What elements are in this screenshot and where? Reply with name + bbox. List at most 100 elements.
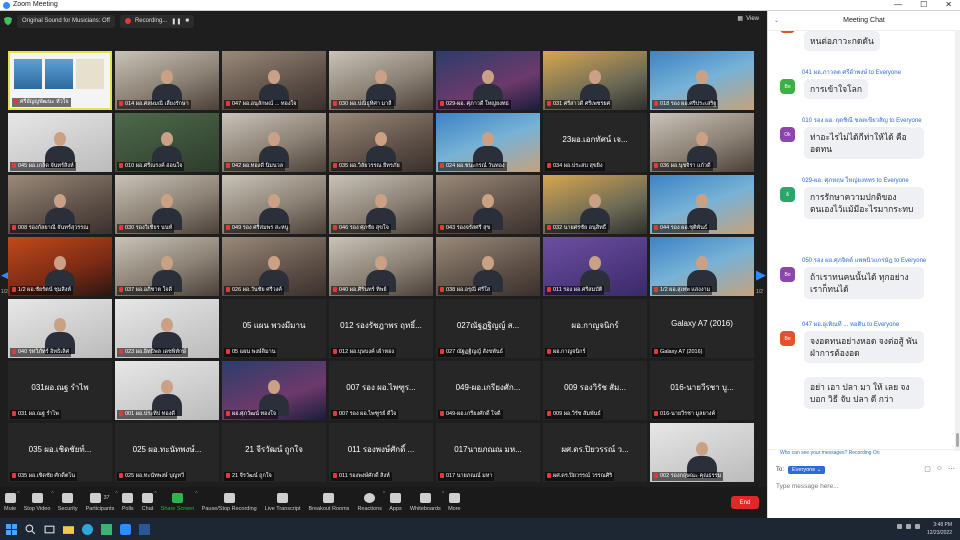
participant-tile[interactable]: 045 ผอ.เกล็ด จันทร์สิงห์ bbox=[8, 113, 112, 172]
participant-tile[interactable]: 044 รอง ผอ.ชุติพันธ์ bbox=[650, 175, 754, 234]
view-button[interactable]: ▦ View bbox=[737, 15, 759, 23]
participant-tile[interactable]: 036 ผอ.นุชจิรา แก้วดี bbox=[650, 113, 754, 172]
polls-button[interactable]: Polls bbox=[118, 493, 138, 512]
participant-tile[interactable]: 001 ผอ.ประทีป ทองดี bbox=[115, 361, 219, 420]
chat-scrollbar[interactable] bbox=[955, 31, 960, 451]
participant-tile[interactable]: 037 ผอ.อภิชาต ใจดี bbox=[115, 237, 219, 296]
participant-tile[interactable]: 027ณัฐฏฐิญญ์ ส... 027 ณัฐฏฐิญญ์ สังขพันธ์ bbox=[436, 299, 540, 358]
participant-tile[interactable]: 031 ศรีสาวดี ศรีเพชรยศ bbox=[543, 51, 647, 110]
file-explorer-icon[interactable] bbox=[63, 524, 74, 535]
muted-mic-icon bbox=[547, 163, 551, 168]
participant-tile[interactable]: ผศ.ดร.ปิยวรรณ์ ว... ผศ.ดร.ปิยวรรณ์ วรรณศิ… bbox=[543, 423, 647, 482]
zoom-taskbar-icon[interactable] bbox=[120, 523, 131, 535]
participant-tile[interactable]: 042 ผอ.ทองดี นิ่มนวล bbox=[222, 113, 326, 172]
participant-tile[interactable]: 1/2 ผอ.สุเทพ แสงงาม bbox=[650, 237, 754, 296]
participant-tile[interactable]: 043 รองจรัสศรี สุข bbox=[436, 175, 540, 234]
stop-video-button[interactable]: Stop Video bbox=[20, 493, 55, 512]
participants-button[interactable]: 37 Participants bbox=[82, 493, 119, 512]
file-icon[interactable]: ▢ bbox=[924, 465, 931, 473]
window-controls: — ☐ ✕ bbox=[894, 0, 952, 9]
participant-name-label: 040 ผอ.ศิรินทร์ ทิพย์ bbox=[331, 286, 389, 295]
clock[interactable]: 3:48 PM 12/23/2022 bbox=[927, 521, 952, 537]
live-transcript-button[interactable]: Live Transcript bbox=[261, 493, 305, 512]
participant-tile[interactable]: 017นายภณณ มห... 017 นายภณณ์ มหา bbox=[436, 423, 540, 482]
participant-tile[interactable]: 030 ผอ.ปณิธูทิศา มาลี bbox=[329, 51, 433, 110]
windows-start-icon[interactable] bbox=[6, 523, 17, 535]
scrollbar-thumb[interactable] bbox=[956, 433, 959, 447]
participant-display-name: 027ณัฐฏฐิญญ์ ส... bbox=[456, 321, 520, 330]
shield-icon[interactable] bbox=[4, 16, 12, 26]
more-options-icon[interactable]: ⋯ bbox=[948, 465, 955, 473]
participant-name-label: 018 รอง ผอ.ศรีประเสริฐ bbox=[652, 100, 719, 109]
participant-tile[interactable]: 1/2 ผอ.ชัยรัตน์ ชุมสิงห์ bbox=[8, 237, 112, 296]
search-icon[interactable] bbox=[25, 524, 36, 535]
participant-display-name: 049-ผอ.เกรียงศัก... bbox=[455, 383, 521, 392]
participant-tile[interactable]: 018 รอง ผอ.ศรีประเสริฐ bbox=[650, 51, 754, 110]
pause-stop-recording-button[interactable]: Pause/Stop Recording bbox=[198, 493, 261, 512]
participant-tile[interactable]: 014 ผอ.ศลษมณี เลี้ยงรักษา bbox=[115, 51, 219, 110]
word-icon[interactable] bbox=[139, 523, 150, 535]
task-view-icon[interactable] bbox=[44, 524, 55, 535]
participant-tile[interactable]: 012 รองรัชฎาพร ฤทธิ์... 012 ผอ.บุษบงค์ เฝ… bbox=[329, 299, 433, 358]
minimize-button[interactable]: — bbox=[894, 0, 902, 9]
participant-tile[interactable]: 049-ผอ.เกรียงศัก... 049-ผอ.เกรียงศักดิ์ ใ… bbox=[436, 361, 540, 420]
participant-tile[interactable]: ผอ.กาญจนิกร์ ผอ.กาญจนิกร์ bbox=[543, 299, 647, 358]
pause-recording-icon[interactable]: ❚❚ bbox=[171, 18, 181, 25]
system-tray[interactable] bbox=[897, 524, 920, 529]
more-button[interactable]: More bbox=[444, 493, 465, 512]
security-button[interactable]: Security bbox=[54, 493, 82, 512]
participant-tile[interactable]: 046 รอง ศุภชัย สุขใจ bbox=[329, 175, 433, 234]
share-screen-button[interactable]: Share Screen bbox=[157, 493, 199, 512]
participant-tile[interactable]: 032 นายศรชัย อนุสิทธิ์ bbox=[543, 175, 647, 234]
participant-tile[interactable]: 009 รองวิรัช สัม... 009 ผอ.วิรัช สัมพันธ์ bbox=[543, 361, 647, 420]
participant-tile[interactable]: ผอ.ศุภวัฒน์ ทองใจ bbox=[222, 361, 326, 420]
participant-tile[interactable]: 049 รอง ศรีสมพร สะหนู bbox=[222, 175, 326, 234]
whiteboards-button[interactable]: Whiteboards bbox=[406, 493, 445, 512]
breakout-rooms-button[interactable]: Breakout Rooms bbox=[304, 493, 353, 512]
participant-tile[interactable]: ศรีอัญญพัฒนะ หัวใจ bbox=[8, 51, 112, 110]
participant-tile[interactable]: 040 ผอ.ศิรินทร์ ทิพย์ bbox=[329, 237, 433, 296]
chat-message-input[interactable] bbox=[776, 483, 946, 490]
participant-tile[interactable]: 040 รทวิภัทร์ อิทธิเลิศ bbox=[8, 299, 112, 358]
emoji-icon[interactable]: ☺ bbox=[936, 465, 943, 473]
participant-tile[interactable]: 031ผอ.ณฐ รำไพ 031 ผอ.ณฐ รำไพ bbox=[8, 361, 112, 420]
close-window-button[interactable]: ✕ bbox=[945, 0, 952, 9]
participant-tile[interactable]: 047 ผอ.อนุลักษณ์ ... ทองใจ bbox=[222, 51, 326, 110]
participant-tile[interactable]: 007 รอง ผอ.ไพฑูร... 007 รอง ผอ.ไพฑูรย์ ดี… bbox=[329, 361, 433, 420]
participant-tile[interactable]: 035 ผอ.วิลัยวรรณ ยี่ทรภัย bbox=[329, 113, 433, 172]
participant-name-label: 027 ณัฐฏฐิญญ์ สังขพันธ์ bbox=[438, 348, 506, 357]
who-can-see-notice[interactable]: Who can see your messages? Recording On bbox=[780, 450, 880, 456]
participant-tile[interactable]: 030 รองวิเชียร นนท์ bbox=[115, 175, 219, 234]
chat-message-list[interactable]: หนต่อภาวะกดดัน Bo 041 ผอ.ภาวลด ศรีอำพงษ์ t… bbox=[768, 31, 955, 451]
edge-browser-icon[interactable] bbox=[82, 523, 93, 535]
participant-tile[interactable]: 23ผอ.เอกทัศน์ เจ... 034 ผอ.ประสบ สุขยิ่ง bbox=[543, 113, 647, 172]
original-sound-toggle[interactable]: Original Sound for Musicians: Off bbox=[17, 14, 115, 28]
participant-tile[interactable]: 05 แผน พวงมีมาน 05 แผน พงษ์ลิมาน bbox=[222, 299, 326, 358]
muted-mic-icon bbox=[226, 349, 230, 354]
participant-tile[interactable]: 025 ผอ.ทะนัทพงษ์... 025 ผอ.ทะนัทพงษ์ บุญท… bbox=[115, 423, 219, 482]
participant-tile[interactable]: 016-นายวีรชา บู... 016-นายวีรชา มูลยางค์ bbox=[650, 361, 754, 420]
reactions-button[interactable]: Reactions bbox=[353, 493, 385, 512]
participant-tile[interactable]: 026 ผอ.วันชัย ศรีวงค์ bbox=[222, 237, 326, 296]
participant-tile[interactable]: 011 รอง ผอ.ศรีสมบัติ bbox=[543, 237, 647, 296]
participant-tile[interactable]: 21 จีรวัฒน์ ถูกใจ 21 จีรวัฒน์ ถูกใจ bbox=[222, 423, 326, 482]
participant-name-text: 040 รทวิภัทร์ อิทธิเลิศ bbox=[18, 349, 70, 355]
store-icon[interactable] bbox=[101, 523, 112, 535]
maximize-button[interactable]: ☐ bbox=[920, 0, 927, 9]
participant-tile[interactable]: 008 รองกัลยาณี จันทร์สุวรรณ bbox=[8, 175, 112, 234]
participant-tile[interactable]: 024 ผอ.ชนะกรณ์ วันทอง bbox=[436, 113, 540, 172]
stop-recording-icon[interactable]: ■ bbox=[185, 18, 189, 24]
participant-tile[interactable]: 002 รองกฤษณะ คุณธรรม bbox=[650, 423, 754, 482]
participant-tile[interactable]: 010 ผอ.ศรีณรงค์ อ่อนใจ bbox=[115, 113, 219, 172]
end-meeting-button[interactable]: End bbox=[731, 496, 759, 509]
participant-tile[interactable]: 038 ผอ.อรุณี ศรีใส bbox=[436, 237, 540, 296]
participant-tile[interactable]: 023 ผอ.อิทธิพล เดชพิทักษ์ bbox=[115, 299, 219, 358]
participant-tile[interactable]: Galaxy A7 (2016) Galaxy A7 (2016) bbox=[650, 299, 754, 358]
participant-name-label: 1/2 ผอ.สุเทพ แสงงาม bbox=[652, 286, 713, 295]
apps-button[interactable]: Apps bbox=[385, 493, 406, 512]
chevron-down-icon[interactable]: ⌄ bbox=[774, 17, 779, 24]
participant-tile[interactable]: 035 ผอ.เชิดชัยท์... 035 ผอ.เชิดชัย ศักดิ์… bbox=[8, 423, 112, 482]
recipient-dropdown[interactable]: Everyone ⌄ bbox=[788, 466, 826, 474]
participant-tile[interactable]: 011 รองพงษ์ศักดิ์ ... 011 รองพงษ์ศักดิ์ ส… bbox=[329, 423, 433, 482]
participant-tile[interactable]: 029-ผอ. ศุภาวดี ใหญ่ยงทธ bbox=[436, 51, 540, 110]
